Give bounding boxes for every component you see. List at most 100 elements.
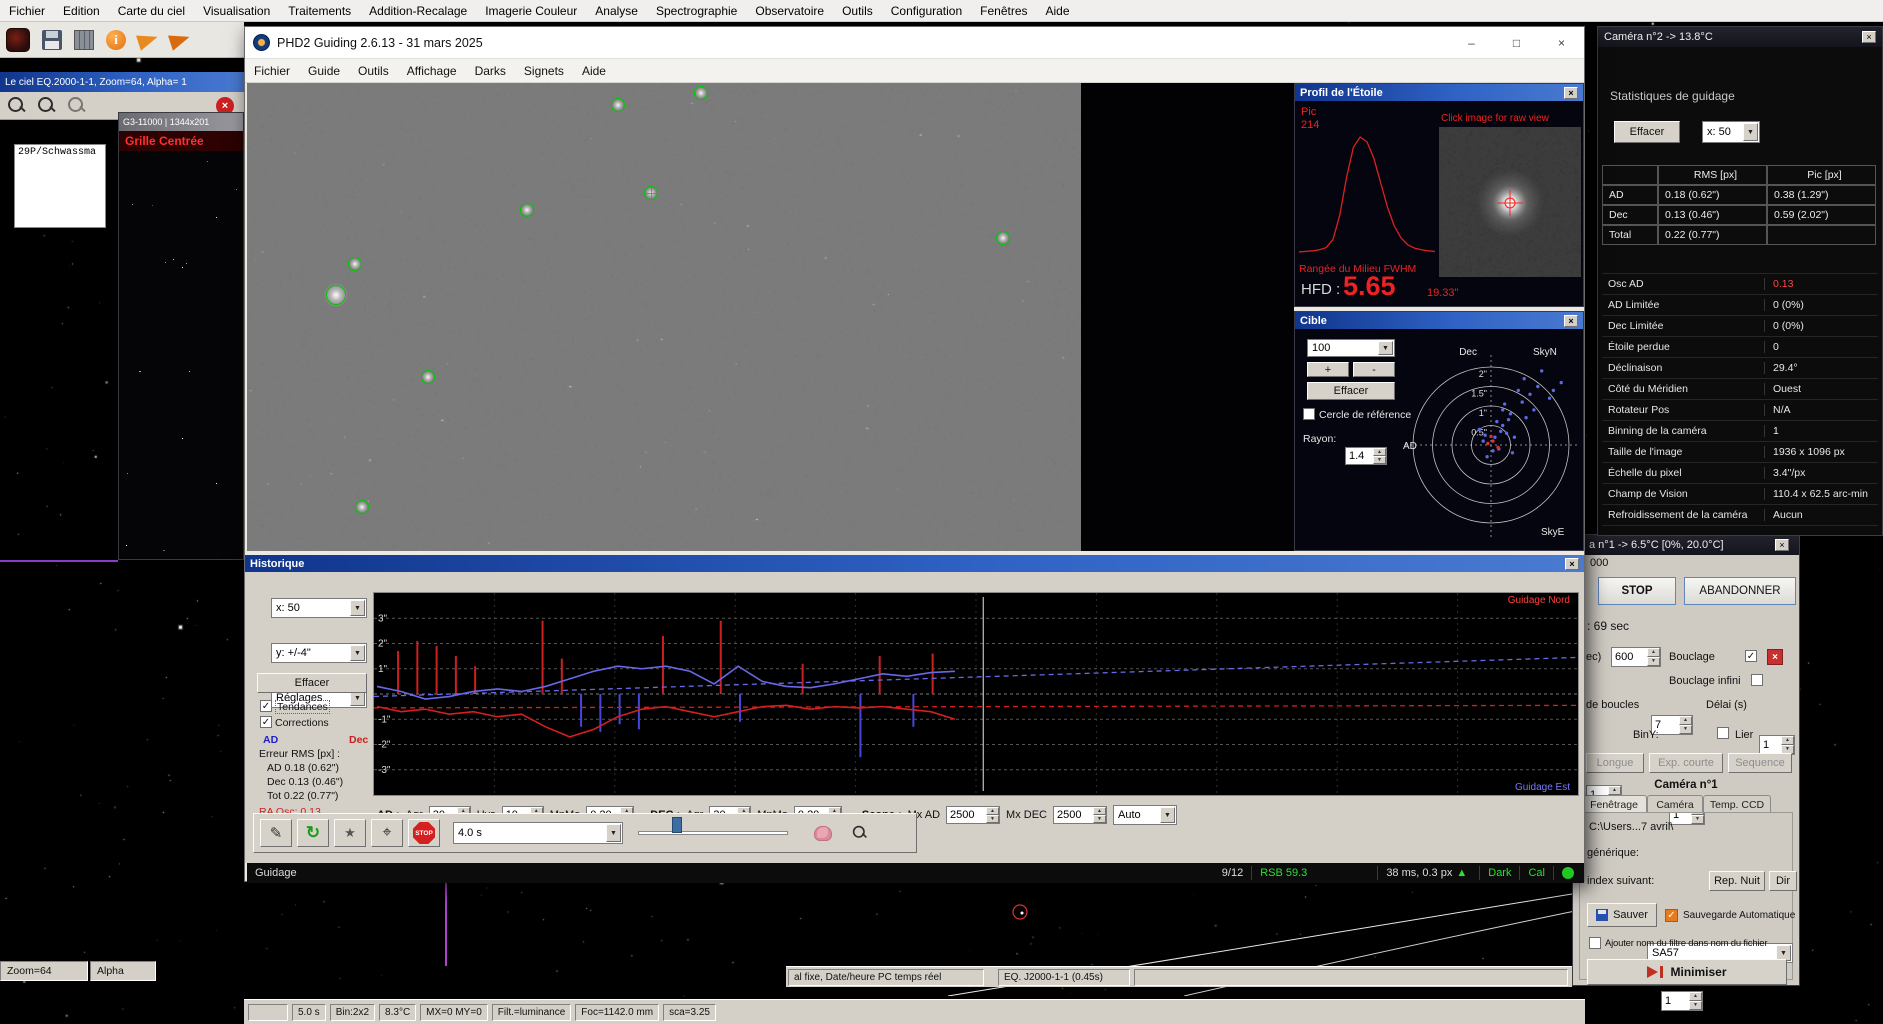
- history-yscale-combo[interactable]: y: +/-4"▼: [271, 643, 367, 663]
- save-icon[interactable]: [42, 30, 62, 50]
- guide-star-ring-5[interactable]: [326, 285, 346, 305]
- image-tool-icon[interactable]: [74, 30, 94, 50]
- guide-camera-image[interactable]: [247, 83, 1081, 551]
- menu-item-6[interactable]: Imagerie Couleur: [476, 1, 586, 21]
- comet-tool-icon[interactable]: [136, 29, 160, 50]
- tab-fenetrage[interactable]: Fenêtrage: [1581, 795, 1647, 813]
- exposure-duration-combo[interactable]: 4.0 s▼: [453, 822, 623, 844]
- history-clear-button[interactable]: Effacer: [257, 673, 367, 693]
- add-filter-checkbox[interactable]: [1589, 937, 1601, 949]
- guide-star-ring-0[interactable]: [644, 186, 658, 200]
- stats-clear-button[interactable]: Effacer: [1614, 121, 1680, 143]
- loop-checkbox[interactable]: ✓: [1745, 650, 1757, 662]
- guide-star-ring-3[interactable]: [520, 203, 534, 217]
- target-clear-button[interactable]: Effacer: [1307, 382, 1395, 400]
- max-ra-spinner[interactable]: 2500▲▼: [946, 806, 1000, 824]
- phd2-menu-0[interactable]: Fichier: [245, 60, 299, 82]
- phd2-menu-3[interactable]: Affichage: [398, 60, 466, 82]
- menu-item-0[interactable]: Fichier: [0, 1, 54, 21]
- dec-mode-combo[interactable]: Auto▼: [1113, 805, 1177, 825]
- phd2-menu-1[interactable]: Guide: [299, 60, 349, 82]
- corrections-checkbox[interactable]: ✓: [260, 716, 272, 728]
- close-button[interactable]: ×: [1539, 27, 1584, 58]
- autosave-checkbox[interactable]: ✓: [1665, 909, 1678, 922]
- loop-exposures-button[interactable]: ↻: [297, 819, 329, 847]
- phd2-menu-2[interactable]: Outils: [349, 60, 398, 82]
- guide-star-ring-2[interactable]: [694, 86, 708, 100]
- stats-titlebar[interactable]: Caméra n°2 -> 13.8°C ×: [1598, 27, 1882, 47]
- camera1-titlebar[interactable]: a n°1 -> 6.5°C [0%, 20.0°C] ×: [1573, 535, 1799, 555]
- phd2-menu-4[interactable]: Darks: [466, 60, 515, 82]
- stats-scale-combo[interactable]: x: 50▼: [1702, 121, 1760, 143]
- next-index-spinner[interactable]: 1▲▼: [1661, 991, 1703, 1011]
- guide-button[interactable]: ⌖: [371, 819, 403, 847]
- menu-item-11[interactable]: Configuration: [882, 1, 971, 21]
- guide-star-ring-1[interactable]: [611, 98, 625, 112]
- tab-temp-ccd[interactable]: Temp. CCD: [1703, 795, 1771, 813]
- g3-camera-window[interactable]: G3-11000 | 1344x201 Grille Centrée: [118, 112, 244, 560]
- app-logo-icon[interactable]: [6, 28, 30, 52]
- radius-spinner[interactable]: 1.4▲▼: [1345, 447, 1387, 465]
- comet-finder-box[interactable]: 29P/Schwassma: [14, 144, 106, 228]
- info-icon[interactable]: i: [106, 30, 126, 50]
- delay-spinner[interactable]: 1▲▼: [1759, 735, 1795, 755]
- menu-item-3[interactable]: Visualisation: [194, 1, 279, 21]
- target-close-icon[interactable]: ×: [1564, 315, 1578, 327]
- sky-window-titlebar[interactable]: Le ciel EQ.2000-1-1, Zoom=64, Alpha= 1: [0, 72, 244, 92]
- loop-stop-icon[interactable]: ×: [1767, 649, 1783, 665]
- auto-select-star-button[interactable]: ★: [334, 819, 366, 847]
- guide-star-ring-6[interactable]: [421, 370, 435, 384]
- target-zoom-in-button[interactable]: +: [1307, 362, 1349, 377]
- menu-item-5[interactable]: Addition-Recalage: [360, 1, 476, 21]
- slider-handle[interactable]: [672, 817, 682, 833]
- phd2-menu-5[interactable]: Signets: [515, 60, 573, 82]
- menu-item-13[interactable]: Aide: [1037, 1, 1079, 21]
- save-button[interactable]: Sauver: [1587, 903, 1657, 927]
- stretch-slider[interactable]: [638, 824, 788, 842]
- ref-circle-checkbox[interactable]: [1303, 408, 1315, 420]
- guide-star-ring-7[interactable]: [355, 500, 369, 514]
- target-zoom-out-button[interactable]: -: [1353, 362, 1395, 377]
- star-inspect-button[interactable]: [844, 819, 876, 847]
- phd2-menu-6[interactable]: Aide: [573, 60, 615, 82]
- zoom-out-icon[interactable]: [66, 95, 88, 117]
- long-exposure-button[interactable]: Longue: [1586, 753, 1644, 773]
- sequence-button[interactable]: Sequence: [1728, 753, 1792, 773]
- menu-item-1[interactable]: Edition: [54, 1, 109, 21]
- advanced-settings-button[interactable]: [807, 819, 839, 847]
- history-close-icon[interactable]: ×: [1565, 558, 1579, 570]
- menu-item-8[interactable]: Spectrographie: [647, 1, 746, 21]
- stop-button[interactable]: STOP: [1598, 577, 1676, 605]
- target-zoom-combo[interactable]: 100▼: [1307, 339, 1395, 357]
- connect-equipment-button[interactable]: ✎: [260, 819, 292, 847]
- menu-item-9[interactable]: Observatoire: [746, 1, 833, 21]
- minimize-button[interactable]: –: [1449, 27, 1494, 58]
- phd2-titlebar[interactable]: PHD2 Guiding 2.6.13 - 31 mars 2025 – □ ×: [245, 27, 1584, 59]
- history-titlebar[interactable]: Historique ×: [245, 555, 1584, 572]
- short-exposure-button[interactable]: Exp. courte: [1649, 753, 1723, 773]
- exposure-spinner[interactable]: 600▲▼: [1611, 647, 1661, 667]
- guide-star-ring-4[interactable]: [348, 257, 362, 271]
- minimize-panel-button[interactable]: Minimiser: [1587, 959, 1787, 985]
- menu-item-7[interactable]: Analyse: [586, 1, 647, 21]
- camera1-close-icon[interactable]: ×: [1775, 539, 1789, 551]
- zoom-mode-icon[interactable]: [36, 95, 58, 117]
- star-profile-close-icon[interactable]: ×: [1564, 87, 1578, 99]
- max-dec-spinner[interactable]: 2500▲▼: [1053, 806, 1107, 824]
- maximize-button[interactable]: □: [1494, 27, 1539, 58]
- trends-checkbox[interactable]: ✓: [260, 700, 272, 712]
- dir-button[interactable]: Dir: [1769, 871, 1797, 891]
- tab-camera[interactable]: Caméra: [1647, 795, 1703, 813]
- comet-tool-icon-2[interactable]: [168, 29, 192, 50]
- menu-item-4[interactable]: Traitements: [279, 1, 360, 21]
- guide-star-ring-8[interactable]: [996, 231, 1010, 245]
- stats-close-icon[interactable]: ×: [1862, 31, 1876, 43]
- bin-link-checkbox[interactable]: [1717, 727, 1729, 739]
- menu-item-2[interactable]: Carte du ciel: [109, 1, 194, 21]
- history-xscale-combo[interactable]: x: 50▼: [271, 598, 367, 618]
- target-titlebar[interactable]: Cible ×: [1295, 312, 1583, 329]
- stop-guiding-button[interactable]: STOP: [408, 819, 440, 847]
- g3-window-titlebar[interactable]: G3-11000 | 1344x201: [119, 113, 243, 131]
- star-thumbnail[interactable]: [1439, 127, 1581, 277]
- menu-item-12[interactable]: Fenêtres: [971, 1, 1036, 21]
